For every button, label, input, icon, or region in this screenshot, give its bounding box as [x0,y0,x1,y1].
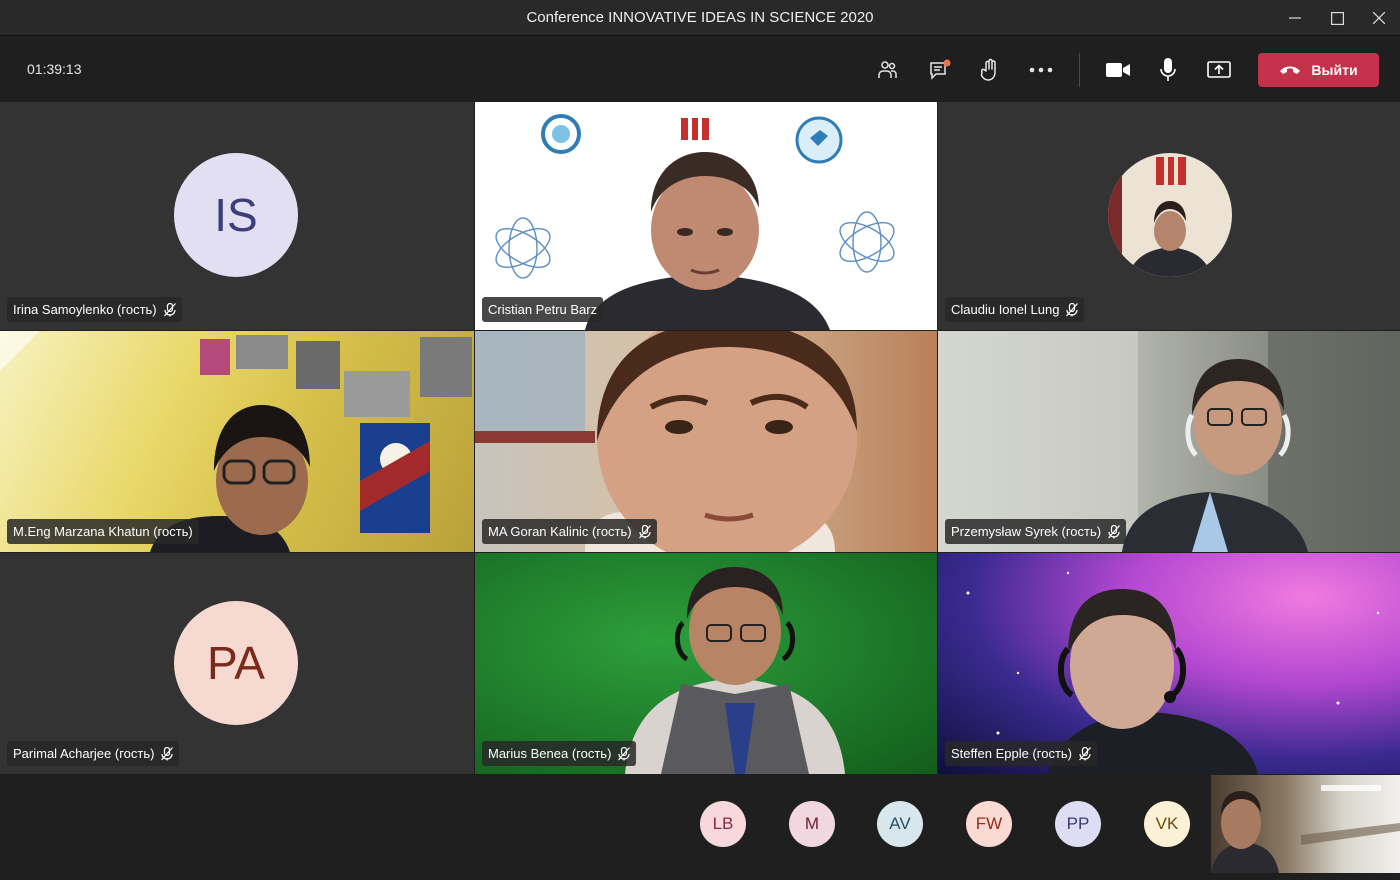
meeting-toolbar: 01:39:13 Выйти [0,37,1400,101]
participant-tile[interactable]: Claudiu Ionel Lung [938,102,1400,330]
participant-avatar-av[interactable]: AV [877,801,923,847]
avatar: IS [174,153,298,277]
participant-tile[interactable]: PA Parimal Acharjee (гость) [0,553,474,774]
minimize-button[interactable] [1274,0,1316,36]
participant-tile-video[interactable]: Cristian Petru Barz [475,102,937,330]
atom-logo-left [495,217,551,279]
avatar: PA [174,601,298,725]
mic-muted-icon [618,746,631,760]
mic-muted-icon [638,524,651,538]
toolbar-divider [1079,53,1080,87]
raise-hand-icon [980,58,996,81]
atom-logo-right [839,211,895,273]
maximize-icon [1330,11,1344,25]
mic-muted-icon [1108,524,1121,538]
participant-name-label: Marius Benea (гость) [482,741,637,766]
maximize-button[interactable] [1316,0,1358,36]
camera-icon [1106,63,1130,77]
self-view-feed [1211,785,1400,873]
microphone-button[interactable] [1152,54,1184,86]
close-window-button[interactable] [1358,0,1400,36]
mic-muted-icon [1066,302,1079,316]
microphone-icon [1160,58,1176,81]
participant-name: MA Goran Kalinic (гость) [488,524,632,539]
participant-tile-video[interactable]: Przemysław Syrek (гость) [938,331,1400,552]
mic-muted-icon [1079,746,1091,760]
participant-name-label: Steffen Epple (гость) [945,741,1098,766]
hang-up-icon [1280,66,1301,74]
participant-avatar-lb[interactable]: LB [700,801,746,847]
participant-avatar-fw[interactable]: FW [966,801,1012,847]
participant-avatar-pp[interactable]: PP [1055,801,1101,847]
participant-tile[interactable]: IS Irina Samoylenko (гость) [0,102,474,330]
participant-name-label: Parimal Acharjee (гость) [7,741,180,766]
minimize-icon [1289,17,1301,19]
participant-tile-video[interactable]: Steffen Epple (гость) [938,553,1400,774]
participant-name: Przemysław Syrek (гость) [951,524,1102,539]
participant-name: Marius Benea (гость) [488,746,612,761]
mic-muted-icon [163,302,176,316]
participants-button[interactable] [872,54,904,86]
participant-name: Claudiu Ionel Lung [951,302,1060,317]
close-icon [1373,12,1385,24]
participant-name-label: Przemysław Syrek (гость) [945,519,1127,544]
window-title: Conference INNOVATIVE IDEAS IN SCIENCE 2… [526,9,874,26]
chat-icon [930,59,951,80]
meeting-timer: 01:39:13 [27,61,82,77]
camera-button[interactable] [1102,54,1134,86]
leave-button[interactable]: Выйти [1258,53,1379,87]
more-options-button[interactable] [1025,54,1057,86]
participant-name: M.Eng Marzana Khatun (гость) [13,524,193,539]
video-feed [495,114,895,330]
raise-hand-button[interactable] [974,54,1006,86]
window-controls [1274,0,1400,36]
participant-name-label: Irina Samoylenko (гость) [7,297,182,322]
more-options-icon [1029,67,1053,73]
participant-name-label: MA Goran Kalinic (гость) [482,519,657,544]
chat-button[interactable] [924,54,956,86]
avatar [1108,153,1232,277]
share-screen-button[interactable] [1203,54,1235,86]
share-screen-icon [1207,61,1231,78]
participant-name: Parimal Acharjee (гость) [13,746,155,761]
participant-tile-video[interactable]: M.Eng Marzana Khatun (гость) [0,331,474,552]
participants-icon [878,61,897,78]
participant-overflow-strip: LB M AV FW PP VK [0,774,1400,880]
participant-name-label: Cristian Petru Barz [482,297,604,322]
participant-name: Steffen Epple (гость) [951,746,1073,761]
participant-avatar-m[interactable]: M [789,801,835,847]
participant-name: Cristian Petru Barz [488,302,598,317]
leave-button-label: Выйти [1311,62,1358,78]
participant-name: Irina Samoylenko (гость) [13,302,157,317]
mic-muted-icon [161,746,174,760]
participant-avatar-vk[interactable]: VK [1144,801,1190,847]
participant-tile-video[interactable]: Marius Benea (гость) [475,553,937,774]
self-view-video[interactable] [1211,775,1400,873]
participant-tile-video[interactable]: MA Goran Kalinic (гость) [475,331,937,552]
participant-name-label: Claudiu Ionel Lung [945,297,1085,322]
window-titlebar: Conference INNOVATIVE IDEAS IN SCIENCE 2… [0,0,1400,36]
participant-name-label: M.Eng Marzana Khatun (гость) [7,519,199,544]
